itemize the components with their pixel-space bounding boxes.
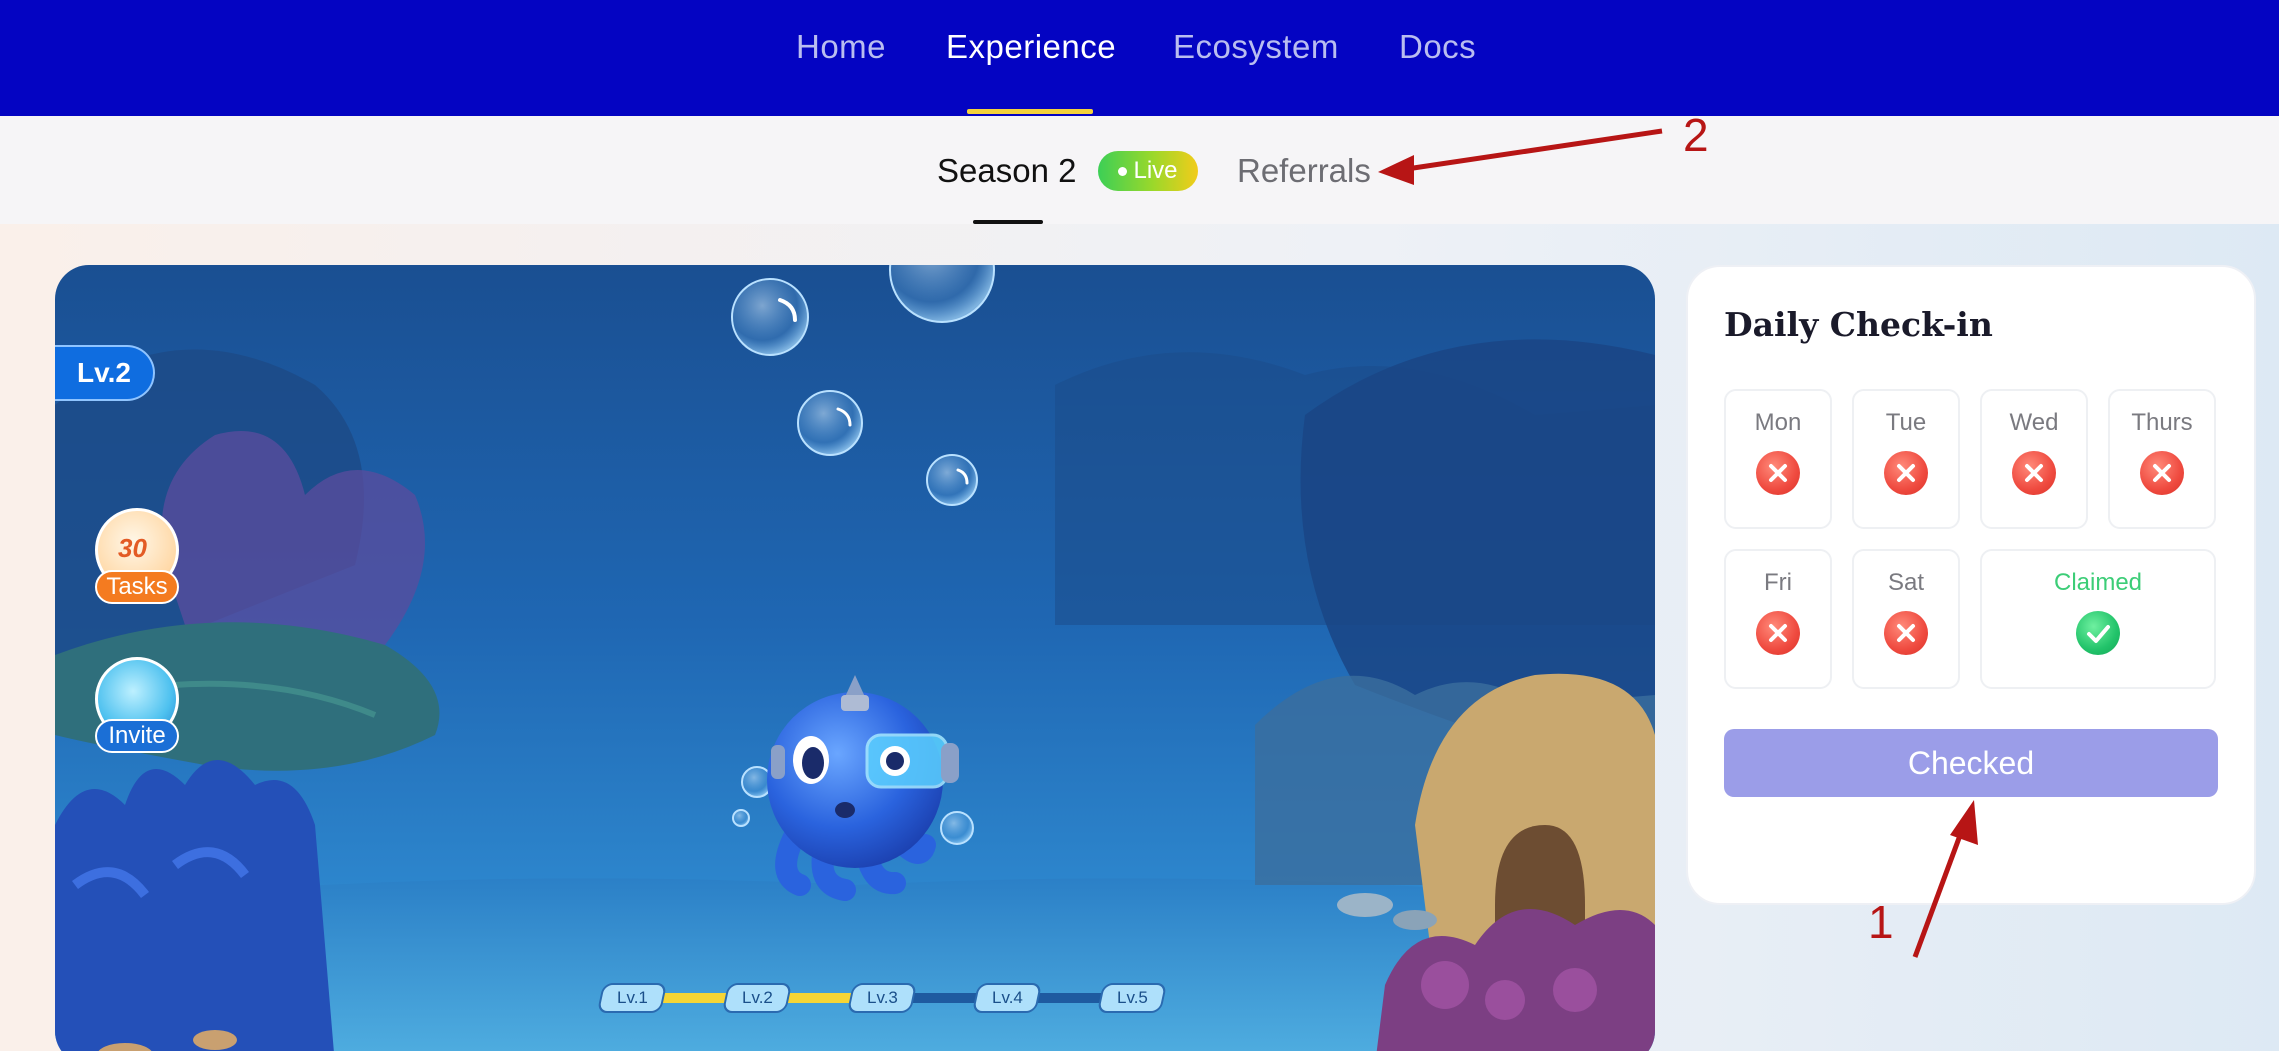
level-chip-5: Lv.5: [1096, 983, 1168, 1013]
nav-item-docs[interactable]: Docs: [1399, 28, 1476, 66]
top-nav: Home Experience Ecosystem Docs: [0, 0, 2279, 116]
live-badge: Live: [1098, 151, 1198, 191]
checkmark-icon: [2076, 611, 2120, 655]
day-label: Tue: [1885, 409, 1927, 436]
day-label: Wed: [2009, 409, 2059, 436]
level-badge: Lv.2: [55, 345, 155, 401]
nav-active-indicator: [967, 109, 1093, 114]
level-chip-5-label: Lv.5: [1116, 988, 1148, 1007]
day-label: Sat: [1887, 569, 1925, 596]
live-dot-icon: [1118, 166, 1128, 176]
checkin-title: Daily Check-in: [1724, 305, 1993, 344]
day-claimed: Claimed: [1980, 549, 2216, 689]
sub-nav: Season 2 Live Referrals: [0, 116, 2279, 224]
checked-button[interactable]: Checked: [1724, 729, 2218, 797]
underwater-scene-illustration: [55, 265, 1655, 1051]
missed-x-icon: [2012, 451, 2056, 495]
day-mon: Mon: [1724, 389, 1832, 529]
level-chip-4-label: Lv.4: [991, 988, 1023, 1007]
day-fri: Fri: [1724, 549, 1832, 689]
tasks-label: Tasks: [95, 570, 179, 604]
level-chip-3-label: Lv.3: [866, 988, 898, 1007]
annotation-label-2: 2: [1683, 109, 1709, 161]
game-scene[interactable]: Lv.2 30 Tasks Invite Lv.1 Lv.2 Lv.3 Lv.4…: [55, 265, 1655, 1051]
tab-season-2[interactable]: Season 2: [937, 152, 1076, 190]
missed-x-icon: [1756, 611, 1800, 655]
level-chip-1: Lv.1: [596, 983, 668, 1013]
day-label: Thurs: [2131, 409, 2193, 436]
level-chip-1-label: Lv.1: [616, 988, 648, 1007]
annotation-label-1: 1: [1868, 896, 1894, 948]
nav-item-ecosystem[interactable]: Ecosystem: [1173, 28, 1339, 66]
day-tue: Tue: [1852, 389, 1960, 529]
live-badge-label: Live: [1133, 157, 1178, 184]
missed-x-icon: [1756, 451, 1800, 495]
level-chip-2: Lv.2: [721, 983, 793, 1013]
nav-item-experience[interactable]: Experience: [946, 28, 1116, 66]
octopus-mascot-icon: [767, 675, 959, 901]
missed-x-icon: [1884, 451, 1928, 495]
nav-item-home[interactable]: Home: [796, 28, 886, 66]
daily-checkin-card: Daily Check-in Mon Tue Wed Thurs Fri Sat…: [1686, 265, 2256, 905]
missed-x-icon: [2140, 451, 2184, 495]
level-progress-bar: Lv.1 Lv.2 Lv.3 Lv.4 Lv.5: [590, 983, 1168, 1013]
level-chip-4: Lv.4: [971, 983, 1043, 1013]
calendar-number: 30: [118, 533, 147, 563]
day-wed: Wed: [1980, 389, 2088, 529]
missed-x-icon: [1884, 611, 1928, 655]
day-label: Claimed: [2053, 569, 2143, 596]
day-sat: Sat: [1852, 549, 1960, 689]
tab-referrals[interactable]: Referrals: [1237, 152, 1371, 190]
level-chip-3: Lv.3: [846, 983, 918, 1013]
day-thurs: Thurs: [2108, 389, 2216, 529]
level-chip-2-label: Lv.2: [741, 988, 773, 1007]
invite-button[interactable]: Invite: [95, 657, 179, 757]
day-label: Fri: [1764, 569, 1792, 596]
tasks-button[interactable]: 30 Tasks: [95, 508, 179, 608]
invite-label: Invite: [95, 719, 179, 753]
day-label: Mon: [1754, 409, 1802, 436]
